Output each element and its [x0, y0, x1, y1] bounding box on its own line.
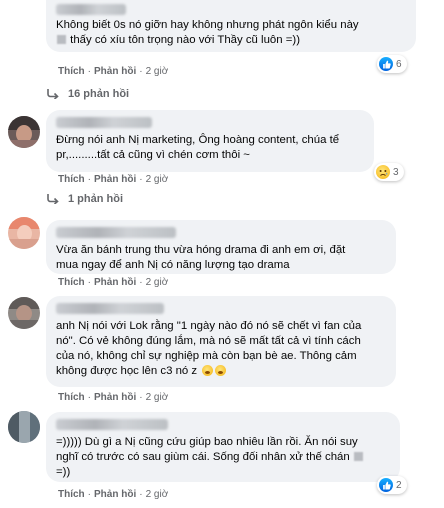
comment-text: Đừng nói anh Nị marketing, Ông hoàng con… — [56, 134, 340, 161]
like-link[interactable]: Thích — [58, 174, 85, 185]
comment-actions: Thích · Phản hồi · 2 giờ — [58, 66, 169, 77]
reply-link[interactable]: Phản hồi — [94, 174, 136, 185]
comment-text: Vừa ăn bánh trung thu vừa hóng drama đi … — [56, 244, 346, 271]
comment-text: Không biết 0s nó giỡn hay không nhưng ph… — [56, 19, 359, 46]
reaction-count: 2 — [396, 479, 402, 491]
comment-bubble: Đừng nói anh Nị marketing, Ông hoàng con… — [46, 110, 374, 172]
avatar[interactable] — [8, 411, 40, 443]
author-name-redacted[interactable] — [56, 419, 168, 430]
reaction-count: 3 — [393, 166, 399, 178]
reply-link[interactable]: Phản hồi — [94, 489, 136, 500]
comment-bubble: Không biết 0s nó giỡn hay không nhưng ph… — [46, 0, 416, 52]
author-name-redacted[interactable] — [56, 4, 126, 15]
like-link[interactable]: Thích — [58, 66, 85, 77]
replies-count: 1 phản hồi — [68, 193, 123, 205]
comment-actions: Thích · Phản hồi · 2 giờ — [58, 489, 169, 500]
replies-count: 16 phản hồi — [68, 88, 130, 100]
comment-bubble: =))))) Dù gì a Nị cũng cứu giúp bao nhiê… — [46, 412, 400, 482]
comment-actions: Thích · Phản hồi · 2 giờ — [58, 392, 169, 403]
sad-icon — [376, 165, 390, 179]
timestamp[interactable]: 2 giờ — [146, 489, 169, 500]
like-link[interactable]: Thích — [58, 489, 85, 500]
reply-arrow-icon — [47, 194, 59, 204]
sweat-smile-emoji — [215, 365, 227, 376]
author-name-redacted[interactable] — [56, 303, 164, 314]
view-replies[interactable]: 1 phản hồi — [46, 193, 123, 205]
timestamp[interactable]: 2 giờ — [146, 174, 169, 185]
reaction-summary[interactable]: 6 — [377, 55, 407, 73]
author-name-redacted[interactable] — [56, 117, 152, 128]
comment-bubble: anh Nị nói với Lok rằng "1 ngày nào đó n… — [46, 296, 396, 387]
like-link[interactable]: Thích — [58, 392, 85, 403]
like-icon — [379, 478, 393, 492]
censored-word — [57, 35, 66, 44]
reaction-summary[interactable]: 2 — [377, 476, 407, 494]
comment-text: anh Nị nói với Lok rằng "1 ngày nào đó n… — [56, 320, 362, 377]
comment-actions: Thích · Phản hồi · 2 giờ — [58, 277, 169, 288]
avatar[interactable] — [8, 217, 40, 249]
timestamp[interactable]: 2 giờ — [146, 66, 169, 77]
censored-word — [353, 452, 363, 461]
timestamp[interactable]: 2 giờ — [146, 392, 169, 403]
like-icon — [379, 57, 393, 71]
author-name-redacted[interactable] — [56, 227, 176, 238]
reply-arrow-icon — [47, 89, 59, 99]
like-link[interactable]: Thích — [58, 277, 85, 288]
timestamp[interactable]: 2 giờ — [146, 277, 169, 288]
view-replies[interactable]: 16 phản hồi — [46, 88, 129, 100]
comment-text: =))))) Dù gì a Nị cũng cứu giúp bao nhiê… — [56, 435, 390, 480]
reaction-summary[interactable]: 3 — [374, 163, 404, 181]
reply-link[interactable]: Phản hồi — [94, 277, 136, 288]
avatar[interactable] — [8, 116, 40, 148]
reaction-count: 6 — [396, 58, 402, 70]
sweat-smile-emoji — [202, 365, 214, 376]
avatar[interactable] — [8, 297, 40, 329]
comment-actions: Thích · Phản hồi · 2 giờ — [58, 174, 169, 185]
comment-bubble: Vừa ăn bánh trung thu vừa hóng drama đi … — [46, 220, 396, 274]
reply-link[interactable]: Phản hồi — [94, 392, 136, 403]
reply-link[interactable]: Phản hồi — [94, 66, 136, 77]
